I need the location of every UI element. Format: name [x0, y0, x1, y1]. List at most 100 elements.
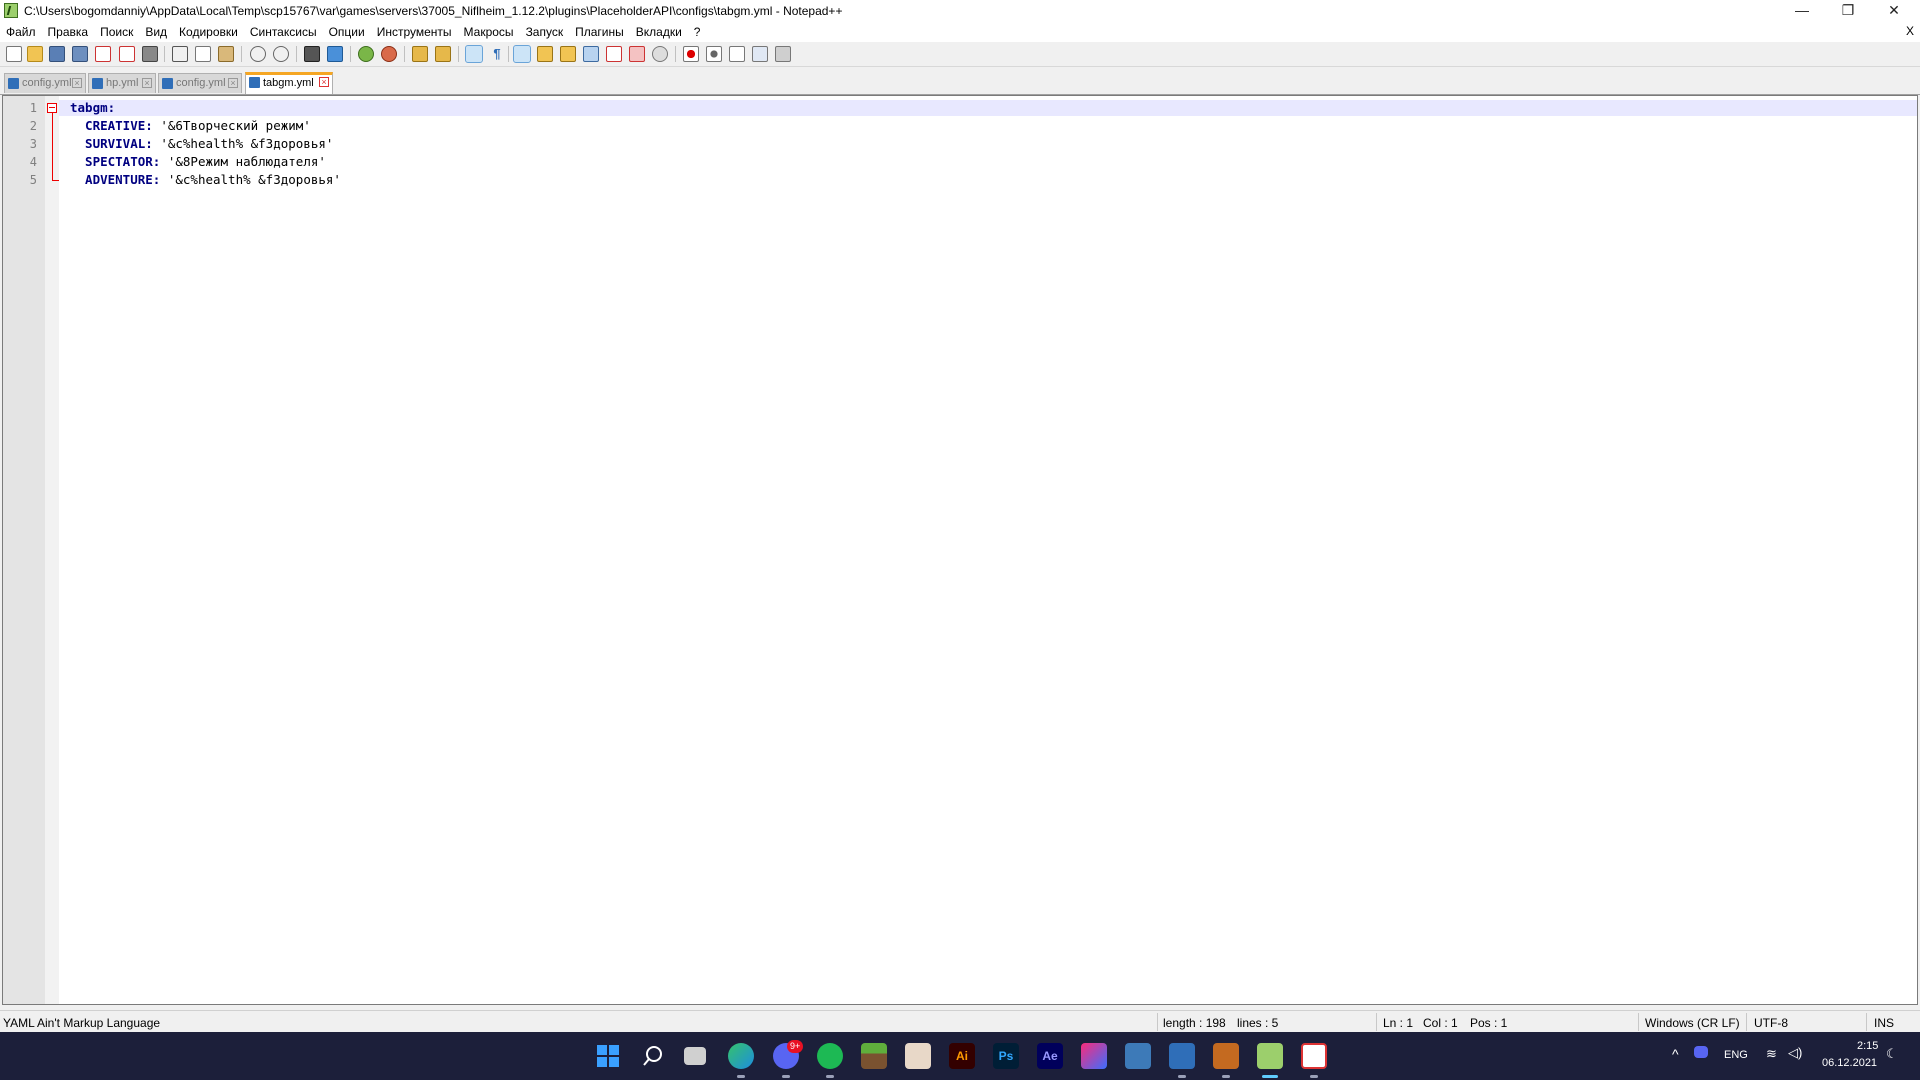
- close-tab-icon[interactable]: ×: [72, 78, 82, 88]
- tab-config-yml-1[interactable]: config.yml ×: [4, 73, 86, 93]
- cut-icon[interactable]: [172, 46, 188, 62]
- menu-settings[interactable]: Опции: [323, 22, 371, 42]
- record-macro-icon[interactable]: [683, 46, 699, 62]
- save-icon[interactable]: [49, 46, 65, 62]
- new-file-icon[interactable]: [6, 46, 22, 62]
- volume-icon[interactable]: ◁): [1788, 1045, 1802, 1061]
- windows-logo-icon: [597, 1045, 619, 1067]
- code-line: SPECTATOR: '&8Режим наблюдателя': [70, 154, 326, 169]
- discord-tray-icon[interactable]: [1694, 1046, 1708, 1058]
- save-macro-icon[interactable]: [775, 46, 791, 62]
- after-effects-icon[interactable]: Ae: [1037, 1043, 1063, 1069]
- stop-recording-icon[interactable]: [706, 46, 722, 62]
- redo-icon[interactable]: [273, 46, 289, 62]
- clock-time[interactable]: 2:15: [1857, 1040, 1878, 1052]
- photoshop-icon[interactable]: Ps: [993, 1043, 1019, 1069]
- clock-date[interactable]: 06.12.2021: [1822, 1057, 1877, 1069]
- tab-label: config.yml: [176, 77, 226, 89]
- discord-badge: 9+: [787, 1040, 804, 1053]
- menu-search[interactable]: Поиск: [94, 22, 139, 42]
- document-map-icon[interactable]: [560, 46, 576, 62]
- language-indicator[interactable]: ENG: [1724, 1049, 1748, 1061]
- menu-encoding[interactable]: Кодировки: [173, 22, 244, 42]
- menu-tools[interactable]: Инструменты: [371, 22, 458, 42]
- save-all-icon[interactable]: [72, 46, 88, 62]
- menu-window[interactable]: Вкладки: [630, 22, 688, 42]
- eye-icon[interactable]: [652, 46, 668, 62]
- intellij-icon[interactable]: [1081, 1043, 1107, 1069]
- wifi-icon[interactable]: ≋: [1766, 1046, 1777, 1062]
- replace-icon[interactable]: [327, 46, 343, 62]
- notepadpp-icon: [4, 3, 18, 18]
- tab-tabgm-yml[interactable]: tabgm.yml ×: [245, 72, 333, 94]
- current-line-highlight: [59, 100, 1917, 116]
- line-number-gutter: [3, 96, 45, 1004]
- yaml-value: '&c%health% &fЗдоровья': [152, 136, 334, 151]
- yaml-key: SURVIVAL: [70, 136, 146, 151]
- network-app-icon[interactable]: [1125, 1043, 1151, 1069]
- menu-edit[interactable]: Правка: [42, 22, 95, 42]
- minimize-button[interactable]: —: [1779, 0, 1825, 22]
- task-view-icon[interactable]: [684, 1047, 706, 1065]
- menu-macro[interactable]: Макросы: [458, 22, 520, 42]
- close-button[interactable]: ✕: [1871, 0, 1917, 22]
- notepadpp-taskbar-icon[interactable]: [1257, 1043, 1283, 1069]
- edge-icon[interactable]: [728, 1043, 754, 1069]
- undo-icon[interactable]: [250, 46, 266, 62]
- yaml-key: CREATIVE: [70, 118, 146, 133]
- function-list-icon[interactable]: [583, 46, 599, 62]
- status-encoding: UTF-8: [1754, 1016, 1788, 1030]
- sync-horizontal-icon[interactable]: [435, 46, 451, 62]
- run-macro-multiple-icon[interactable]: [752, 46, 768, 62]
- tab-config-yml-2[interactable]: config.yml ×: [158, 73, 242, 93]
- print-icon[interactable]: [142, 46, 158, 62]
- close-document-button[interactable]: X: [1906, 24, 1914, 38]
- close-all-icon[interactable]: [119, 46, 135, 62]
- menu-view[interactable]: Вид: [139, 22, 173, 42]
- open-file-icon[interactable]: [27, 46, 43, 62]
- spotify-icon[interactable]: [817, 1043, 843, 1069]
- define-language-icon[interactable]: [537, 46, 553, 62]
- fold-margin[interactable]: [45, 96, 59, 1004]
- close-tab-icon[interactable]: ×: [142, 78, 152, 88]
- close-file-icon[interactable]: [95, 46, 111, 62]
- zoom-in-icon[interactable]: [358, 46, 374, 62]
- folder-as-workspace-icon[interactable]: [606, 46, 622, 62]
- illustrator-icon[interactable]: Ai: [949, 1043, 975, 1069]
- menu-run[interactable]: Запуск: [520, 22, 570, 42]
- find-icon[interactable]: [304, 46, 320, 62]
- show-hidden-icons-chevron-icon[interactable]: ^: [1672, 1046, 1679, 1062]
- show-all-characters-icon[interactable]: ¶: [489, 46, 505, 62]
- word-wrap-icon[interactable]: [465, 45, 483, 63]
- menu-help[interactable]: ?: [688, 22, 707, 42]
- zoom-out-icon[interactable]: [381, 46, 397, 62]
- snipping-tool-icon[interactable]: [1301, 1043, 1327, 1069]
- menu-file[interactable]: Файл: [0, 22, 42, 42]
- play-macro-icon[interactable]: [729, 46, 745, 62]
- sync-vertical-icon[interactable]: [412, 46, 428, 62]
- code-line: ADVENTURE: '&c%health% &fЗдоровья': [70, 172, 341, 187]
- maximize-button[interactable]: ❐: [1825, 0, 1871, 22]
- close-tab-icon[interactable]: ×: [228, 78, 238, 88]
- paste-icon[interactable]: [218, 46, 234, 62]
- indent-guide-icon[interactable]: [513, 45, 531, 63]
- line-number: 5: [29, 173, 37, 187]
- minecraft-icon[interactable]: [861, 1043, 887, 1069]
- copy-icon[interactable]: [195, 46, 211, 62]
- tab-hp-yml[interactable]: hp.yml ×: [88, 73, 156, 93]
- line-number: 2: [29, 119, 37, 133]
- fold-toggle-icon[interactable]: [47, 103, 57, 113]
- remote-app-icon[interactable]: [1169, 1043, 1195, 1069]
- search-button[interactable]: [640, 1043, 666, 1069]
- close-tab-icon[interactable]: ×: [319, 77, 329, 87]
- notifications-icon[interactable]: ☾: [1886, 1046, 1898, 1062]
- status-insert-mode: INS: [1874, 1016, 1895, 1030]
- fold-line: [52, 113, 53, 181]
- editor-area[interactable]: 1 2 3 4 5 tabgm: CREATIVE: '&6Творческий…: [2, 95, 1918, 1005]
- menu-plugins[interactable]: Плагины: [569, 22, 630, 42]
- winscp-icon[interactable]: [1213, 1043, 1239, 1069]
- menu-language[interactable]: Синтаксисы: [244, 22, 323, 42]
- start-button[interactable]: [595, 1043, 621, 1069]
- game-character-icon[interactable]: [905, 1043, 931, 1069]
- monitoring-icon[interactable]: [629, 46, 645, 62]
